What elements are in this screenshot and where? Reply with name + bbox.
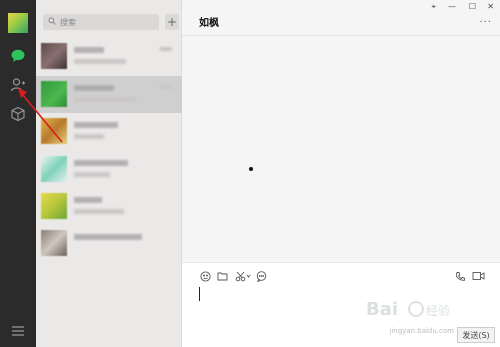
svg-text:经验: 经验 xyxy=(426,303,450,318)
chat-header: 如枫 ⌖ — ☐ ✕ ... xyxy=(182,0,500,36)
maximize-button[interactable]: ☐ xyxy=(469,2,476,11)
minimize-button[interactable]: — xyxy=(448,2,456,11)
user-avatar[interactable] xyxy=(8,13,28,33)
list-item[interactable] xyxy=(36,188,182,225)
list-item[interactable] xyxy=(36,113,182,150)
comment-icon[interactable] xyxy=(255,270,267,282)
search-icon xyxy=(48,17,56,27)
add-chat-button[interactable]: + xyxy=(165,14,179,30)
svg-text:Bai: Bai xyxy=(366,299,398,320)
phone-icon[interactable] xyxy=(454,270,466,282)
cube-icon[interactable] xyxy=(9,105,27,123)
chat-title: 如枫 xyxy=(199,18,219,29)
search-input[interactable]: 搜索 xyxy=(43,14,159,30)
conversation-list: 搜索 + xyxy=(36,0,182,347)
emoji-icon[interactable] xyxy=(199,270,211,282)
wechat-window: 搜索 + 如枫 ⌖ — ☐ ✕ ... Bai 经验 jingyan.baidu… xyxy=(0,0,500,347)
message-input-area[interactable]: Bai 经验 jingyan.baidu.com 发送(S) xyxy=(182,262,500,347)
folder-icon[interactable] xyxy=(216,270,228,282)
chat-panel: 如枫 ⌖ — ☐ ✕ ... Bai 经验 jingyan.baidu.com … xyxy=(182,0,500,347)
scissors-icon[interactable] xyxy=(234,270,252,282)
baidu-watermark-logo: Bai 经验 xyxy=(366,299,450,320)
cursor-dot xyxy=(249,167,253,171)
nav-sidebar xyxy=(0,0,36,347)
watermark-text: jingyan.baidu.com xyxy=(389,327,454,335)
list-item[interactable] xyxy=(36,225,182,258)
list-item[interactable] xyxy=(36,38,182,75)
video-icon[interactable] xyxy=(471,270,485,282)
close-button[interactable]: ✕ xyxy=(487,2,494,11)
send-button[interactable]: 发送(S) xyxy=(457,327,495,343)
list-item[interactable] xyxy=(36,76,182,113)
contacts-icon[interactable] xyxy=(9,76,27,94)
pin-icon[interactable]: ⌖ xyxy=(431,2,436,12)
search-placeholder: 搜索 xyxy=(60,17,76,27)
more-options-button[interactable]: ... xyxy=(479,14,492,25)
menu-icon[interactable] xyxy=(9,322,27,340)
list-item[interactable] xyxy=(36,151,182,188)
text-cursor xyxy=(199,287,200,301)
chat-icon[interactable] xyxy=(9,47,27,65)
